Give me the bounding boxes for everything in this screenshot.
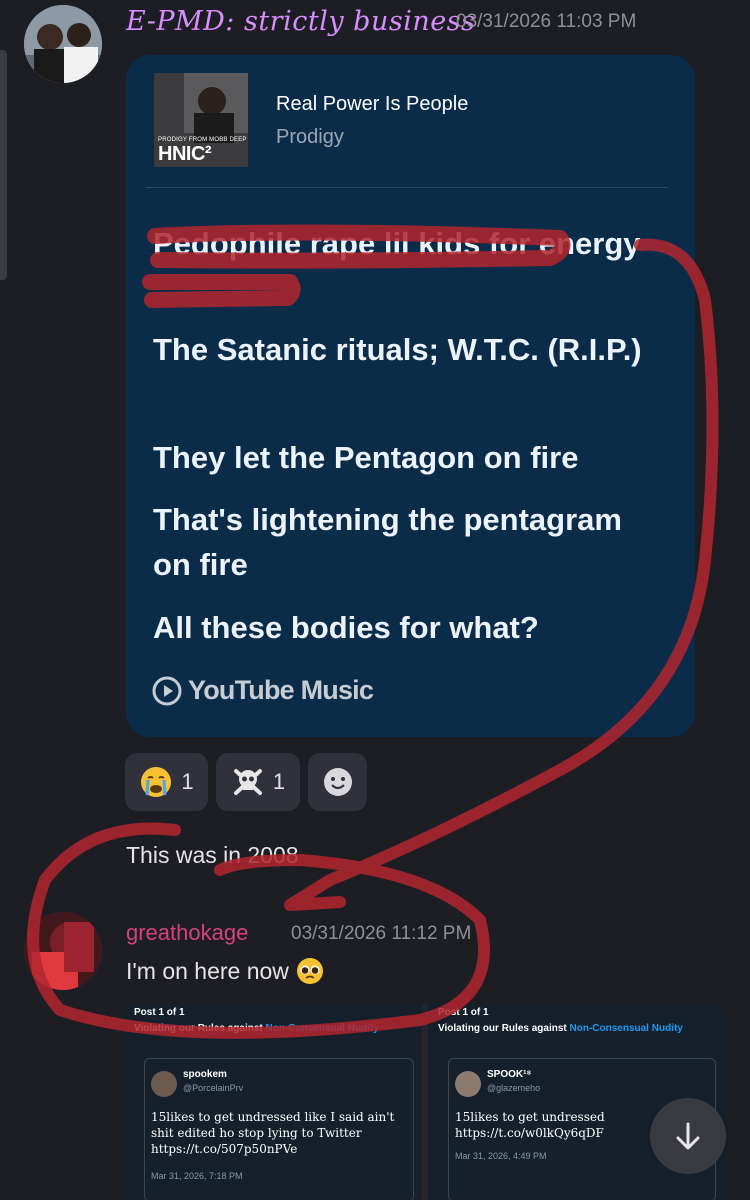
reaction-count: 1 [181,769,194,794]
tweet-card: spookem @PorcelainPrv 15likes to get und… [144,1058,414,1200]
message-text: I'm on here now [126,957,289,984]
arrow-down-icon [676,1122,700,1150]
violation-notice: Violating our Rules against Non-Consensu… [438,1023,683,1034]
message-text: This was in 2008 [126,842,299,868]
scroll-to-bottom-button[interactable] [650,1098,726,1174]
cover-title: HNIC² [158,143,212,165]
reaction-crying[interactable]: 1 [125,753,208,811]
lyric-line: That's lightening the pentagram on fire [153,502,622,582]
avatar[interactable] [24,912,102,990]
message-author[interactable]: greathokage [126,920,248,946]
youtube-music-icon [152,676,182,705]
tweet-text: 15likes to get undressed like I said ain… [151,1110,395,1156]
tweet-handle: @glazemeho [487,1083,541,1093]
lyric-line: All these bodies for what? [153,610,539,645]
post-count: Post 1 of 1 [134,1007,185,1018]
tweet-text: 15likes to get undressed https://t.co/w0… [455,1110,605,1140]
image-attachment-group[interactable]: Post 1 of 1 Violating our Rules against … [124,1003,726,1200]
avatar[interactable] [24,5,102,83]
message-author[interactable]: E-PMD: strictly business [126,6,475,37]
smiley-icon [323,768,352,796]
tweet-avatar [151,1071,177,1097]
skull-crossbones-icon [233,769,262,795]
scrollbar[interactable] [0,50,7,280]
crying-face-icon [141,767,172,797]
lyric-line: The Satanic rituals; W.T.C. (R.I.P.) [153,332,642,367]
source-label: YouTube Music [188,675,374,705]
violation-notice: Violating our Rules against Non-Consensu… [134,1023,379,1034]
lyric-line: Pedophile rape lil kids for energy [153,226,641,261]
tweet-date: Mar 31, 2026, 7:18 PM [151,1171,243,1181]
tweet-name: spookem [183,1069,227,1080]
tweet-handle: @PorcelainPrv [183,1083,244,1093]
tweet-date: Mar 31, 2026, 4:49 PM [455,1151,547,1161]
add-reaction-button[interactable] [308,753,367,811]
message-timestamp: 03/31/2026 11:12 PM [291,923,472,944]
song-title[interactable]: Real Power Is People [276,93,468,116]
source-link[interactable]: YouTube Music [152,675,374,706]
reaction-count: 1 [272,769,286,794]
tweet-avatar [455,1071,481,1097]
song-artist[interactable]: Prodigy [276,126,344,149]
post-count: Post 1 of 1 [438,1007,489,1018]
screenshot-attachment[interactable]: Post 1 of 1 Violating our Rules against … [124,1003,422,1200]
album-cover[interactable]: PRODIGY FROM MOBB DEEP HNIC² [154,73,248,167]
tweet-name: SPOOK¹⁸ [487,1069,532,1080]
message-timestamp: 03/31/2026 11:03 PM [456,11,637,32]
pleading-face-icon [296,958,323,984]
message-text-row: I'm on here now [126,956,325,986]
music-embed-card[interactable]: PRODIGY FROM MOBB DEEP HNIC² Real Power … [126,55,695,737]
lyric-line: They let the Pentagon on fire [153,440,579,475]
divider [146,187,668,188]
reaction-skull[interactable]: 1 [216,753,300,811]
